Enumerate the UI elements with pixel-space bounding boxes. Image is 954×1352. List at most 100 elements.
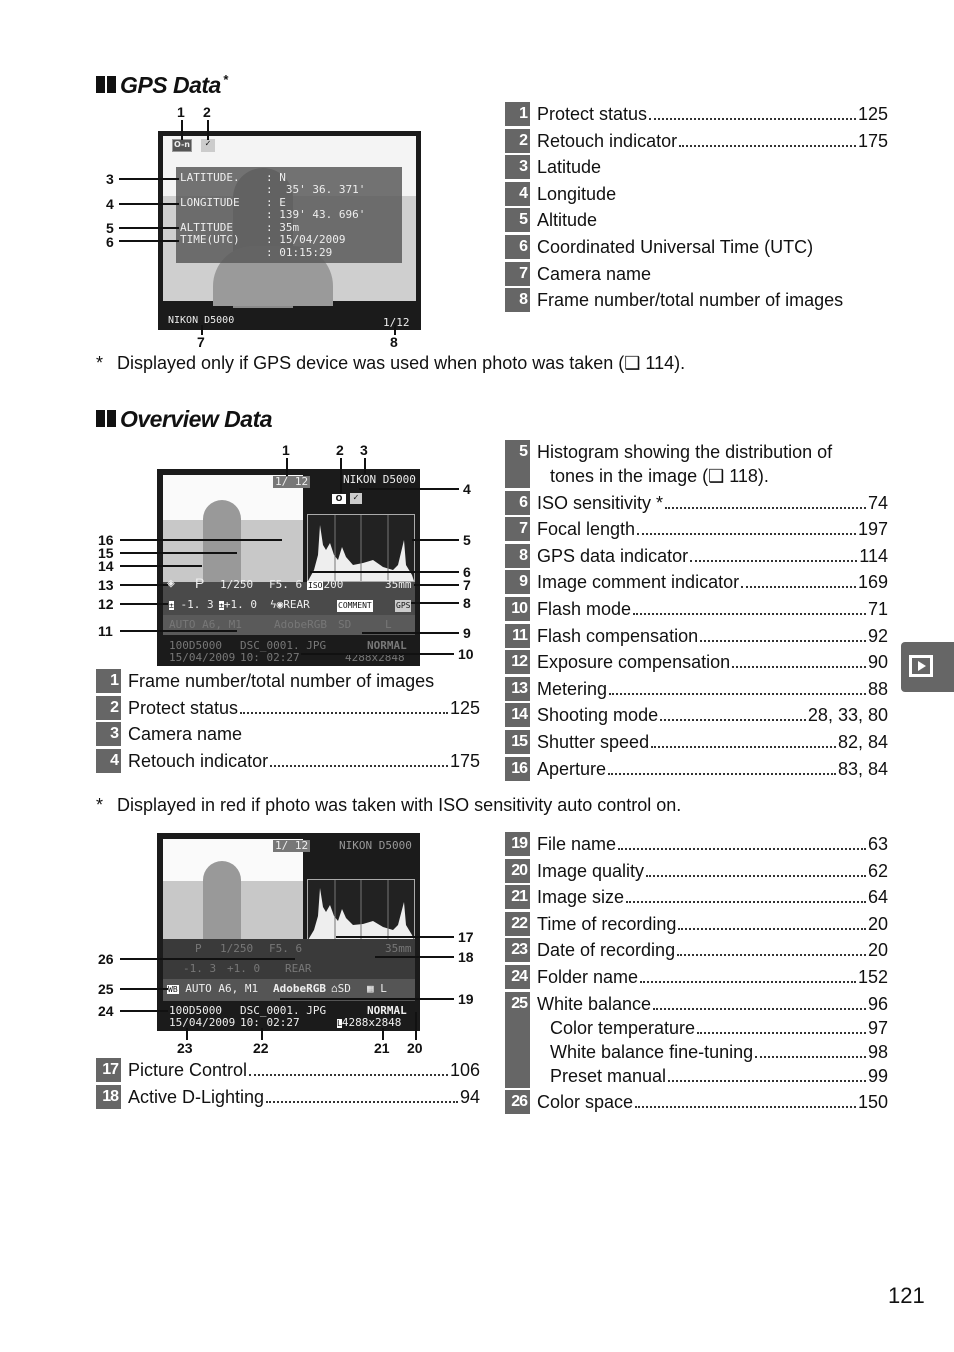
protect-icon: O-n (172, 139, 192, 152)
list-item: 3 Latitude (505, 155, 888, 180)
iso-value: 200 (323, 578, 344, 591)
color-space: AdobeRGB (273, 982, 326, 995)
callout-17: 17 (458, 929, 474, 945)
date-of-recording: 15/04/2009 (169, 1016, 236, 1029)
playback-section-tab (901, 642, 954, 692)
flash-comp-dim: +1. 0 (227, 962, 261, 975)
callout-11: 11 (98, 623, 113, 639)
callout-6: 6 (106, 234, 114, 250)
list-item: 6 Coordinated Universal Time (UTC) (505, 234, 888, 259)
focal-length: 35mm (385, 578, 412, 591)
callout-3: 3 (360, 442, 368, 458)
focal-dim: 35mm (385, 942, 412, 955)
callout-19: 19 (458, 991, 474, 1007)
flash-comp-value: +1. 0 (223, 598, 257, 611)
picture-control: SD (337, 982, 351, 995)
callout-18: 18 (458, 949, 474, 965)
list-item: 2 Protect status 125 (96, 695, 480, 720)
list-item: 7 Camera name (505, 261, 888, 286)
list-item: 15 Shutter speed 82, 84 (505, 729, 888, 754)
list-item: 7 Focal length 197 (505, 517, 888, 542)
longitude-label: LONGITUDE (180, 196, 240, 209)
callout-2: 2 (336, 442, 344, 458)
callout-2: 2 (203, 104, 211, 120)
flash-mode: REAR (283, 598, 310, 611)
white-balance: AUTO A6, M1 (185, 982, 259, 995)
shutter-dim: 1/250 (220, 942, 254, 955)
aperture-dim: F5. 6 (269, 942, 303, 955)
callout-8: 8 (390, 334, 398, 350)
time-of-recording: 10: 02:27 (240, 1016, 300, 1029)
overview-data-title: Overview Data (120, 406, 273, 432)
utc-date-value: 15/04/2009 (279, 233, 346, 246)
metering-icon: ◈ (167, 576, 175, 591)
overview-legend-list-c: 17 Picture Control 106 18 Active D-Lighting… (96, 1058, 480, 1111)
callout-16: 16 (98, 532, 114, 548)
active-d-lighting: L (380, 982, 387, 995)
callout-21: 21 (374, 1040, 390, 1056)
callout-1: 1 (282, 442, 290, 458)
list-item: 10 Flash mode 71 (505, 596, 888, 621)
shooting-mode-dim: P (195, 942, 202, 955)
wb-icon: WB (167, 985, 179, 994)
overview-legend-list-b: 5 Histogram showing the distribution of to… (505, 440, 888, 783)
photo-thumbnail (163, 839, 303, 939)
list-item: 9 Image comment indicator 169 (505, 570, 888, 595)
list-item: 19 File name 63 (505, 832, 888, 856)
overview-camera-screen-detail: 1/ 12 NIKON D5000 P 1/250 F5. 6 35mm -1.… (157, 833, 420, 1031)
list-item: 22 Time of recording 20 (505, 911, 888, 936)
callout-25: 25 (98, 981, 114, 997)
callout-13: 13 (98, 577, 114, 593)
retouch-icon: ✓ (350, 493, 362, 504)
gps-legend-list: 1 Protect status 125 2 Retouch indicator 175… (505, 102, 888, 315)
list-item: 8 GPS data indicator 114 (505, 543, 888, 568)
gps-data-title: GPS Data (120, 72, 221, 98)
list-item: 20 Image quality 62 (505, 858, 888, 883)
list-item: 14 Shooting mode 28, 33, 80 (505, 703, 888, 728)
frame-counter: 1/ 12 (273, 839, 311, 852)
callout-3: 3 (106, 171, 114, 187)
list-item: 5 Histogram showing the distribution of to… (505, 440, 888, 488)
iso-icon: ISO (307, 581, 324, 590)
utc-time-value: 01:15:29 (279, 246, 333, 259)
gps-indicator: GPS (395, 600, 412, 612)
latitude-label: LATITUDE. (180, 171, 240, 184)
list-item: 3 Camera name (96, 722, 480, 747)
callout-20: 20 (407, 1040, 423, 1056)
shutter-speed: 1/250 (220, 578, 254, 591)
list-item: 24 Folder name 152 (505, 964, 888, 989)
list-item: 2 Retouch indicator 175 (505, 128, 888, 153)
gps-data-heading: GPS Data * (96, 72, 228, 99)
list-item: 6 ISO sensitivity * 74 (505, 490, 888, 515)
list-item: 18 Active D-Lighting 94 (96, 1084, 480, 1109)
flash-icon: ϟ (270, 598, 277, 611)
overview-data-heading: Overview Data (96, 406, 273, 433)
image-size: 4288x2848 (341, 1016, 402, 1029)
callout-4: 4 (463, 481, 471, 497)
callout-7: 7 (463, 577, 471, 593)
list-item: 17 Picture Control 106 (96, 1058, 480, 1082)
protect-icon: O (332, 494, 346, 504)
iso-footnote: * Displayed in red if photo was taken wit… (96, 795, 682, 815)
histogram-plot (308, 880, 414, 940)
date-dim: 15/04/2009 (169, 651, 236, 664)
list-item: 4 Longitude (505, 181, 888, 206)
adl-icon: ▦ (367, 982, 374, 995)
list-item: 8 Frame number/total number of images (505, 288, 888, 313)
exposure-comp-icon: ± (169, 601, 174, 610)
retouch-icon: ✓ (201, 139, 215, 152)
callout-5: 5 (463, 532, 471, 548)
longitude-value: 139' 43. 696' (279, 208, 366, 221)
list-item: 13 Metering 88 (505, 676, 888, 701)
list-item: 21 Image size 64 (505, 885, 888, 910)
frame-counter: 1/12 (383, 316, 410, 329)
time-dim: 10: 02:27 (240, 651, 300, 664)
exposure-comp-dim: -1. 3 (183, 962, 217, 975)
callout-24: 24 (98, 1003, 114, 1019)
callout-10: 10 (458, 646, 474, 662)
overview-legend-list-a: 1 Frame number/total number of images 2 Pr… (96, 669, 480, 775)
shooting-mode: P (195, 575, 205, 591)
camera-name: NIKON D5000 (343, 473, 416, 486)
gps-footnote: * Displayed only if GPS device was used w… (96, 353, 686, 373)
gps-camera-screen: O-n ✓ LATITUDE. LONGITUDE ALTITUDE TIME(… (158, 131, 421, 330)
